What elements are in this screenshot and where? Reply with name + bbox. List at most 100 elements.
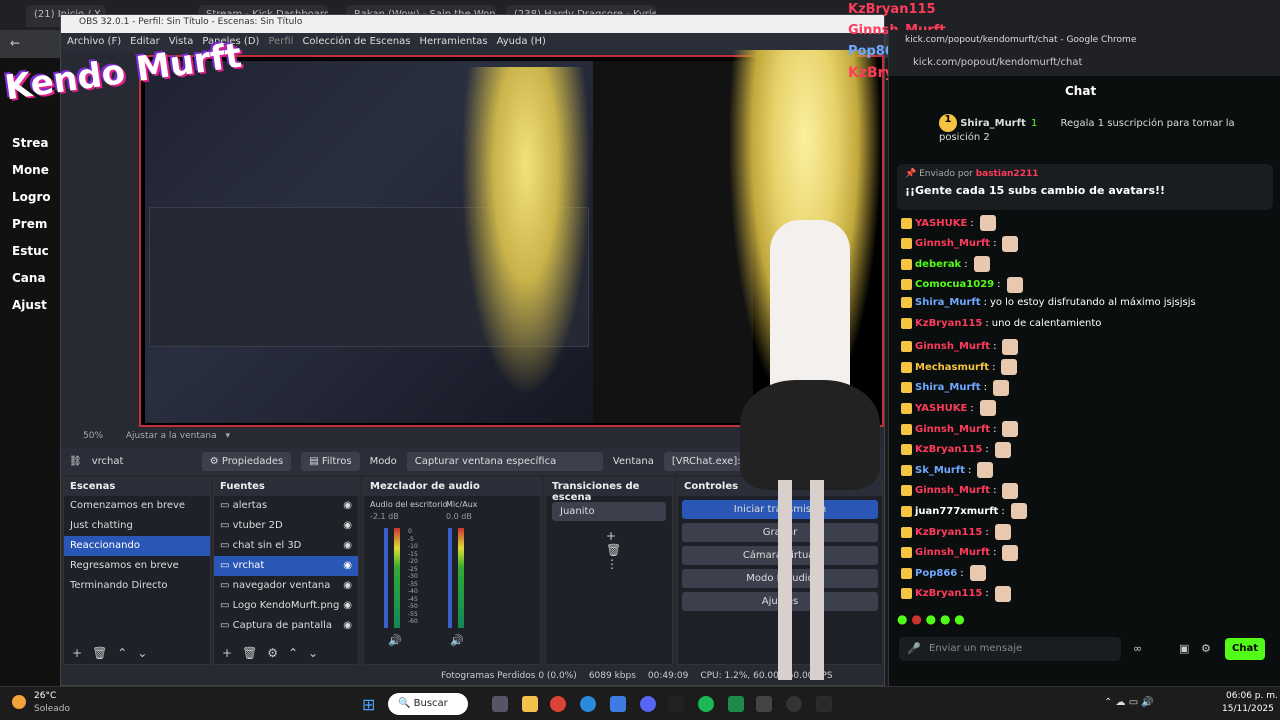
emote-icon[interactable]: ● — [940, 612, 950, 626]
menu-item[interactable]: Herramientas — [419, 36, 487, 50]
eye-icon[interactable]: ◉ — [343, 600, 352, 611]
menu-item[interactable]: Archivo (F) — [67, 36, 121, 50]
windows-start-icon[interactable]: ⊞ — [362, 695, 375, 714]
scene-item[interactable]: Regresamos en breve — [64, 556, 210, 576]
chat-message[interactable]: Ginnsh_Murft: — [901, 544, 1019, 561]
discord-icon[interactable] — [640, 696, 656, 712]
chat-username[interactable]: YASHUKE — [915, 403, 967, 414]
sidebar-item[interactable]: Estuc — [12, 244, 49, 258]
chrome-icon[interactable] — [550, 696, 566, 712]
next-icon[interactable] — [668, 696, 684, 712]
chat-address-bar[interactable]: kick.com/popout/kendomurft/chat — [889, 50, 1280, 76]
scene-item[interactable]: Just chatting — [64, 516, 210, 536]
gear-icon[interactable]: ⚙ — [1201, 642, 1211, 655]
chat-message[interactable]: Sk_Murft: — [901, 462, 994, 479]
menu-item[interactable]: Ayuda (H) — [497, 36, 546, 50]
source-item[interactable]: ▭ navegador ventana ◉ — [214, 576, 358, 596]
scene-item[interactable]: Terminando Directo — [64, 576, 210, 596]
gear-icon[interactable]: ⚙ — [267, 646, 278, 662]
chat-username[interactable]: Comocua1029 — [915, 279, 994, 290]
chat-message[interactable]: Pop866: — [901, 565, 986, 582]
emote-icon[interactable]: ● — [926, 612, 936, 626]
chat-username[interactable]: juan777xmurft — [915, 506, 998, 517]
mode-select[interactable]: Capturar ventana específica — [406, 451, 603, 471]
chat-message[interactable]: Ginnsh_Murft: — [901, 482, 1019, 499]
store-icon[interactable] — [610, 696, 626, 712]
eye-icon[interactable]: ◉ — [343, 620, 352, 631]
eye-icon[interactable]: ◉ — [343, 540, 352, 551]
more-icon[interactable]: ⋮ — [606, 557, 618, 571]
taskbar-search[interactable]: 🔍 Buscar — [388, 693, 468, 715]
chat-message[interactable]: deberak: — [901, 256, 990, 273]
emote-icon[interactable]: ● — [911, 612, 921, 626]
up-icon[interactable]: ⌃ — [288, 646, 298, 662]
chat-username[interactable]: YASHUKE — [915, 218, 967, 229]
chat-username[interactable]: KzBryan115 — [915, 444, 982, 455]
source-item[interactable]: ▭ Captura de pantalla ◉ — [214, 616, 358, 636]
chat-message[interactable]: Ginnsh_Murft: — [901, 235, 1019, 252]
chat-message[interactable]: Comocua1029: — [901, 276, 1023, 293]
vr-icon[interactable] — [756, 696, 772, 712]
chat-username[interactable]: Mechasmurft — [915, 362, 989, 373]
chat-username[interactable]: KzBryan115 — [915, 588, 982, 599]
chat-message[interactable]: KzBryan115: uno de calentamiento — [901, 318, 1101, 329]
chevron-down-icon[interactable]: ▾ — [226, 431, 231, 441]
tray-icons[interactable]: ⌃ ☁ ▭ 🔊 — [1104, 697, 1154, 708]
down-icon[interactable]: ⌄ — [137, 646, 147, 662]
add-icon[interactable]: + — [72, 646, 82, 662]
chat-username[interactable]: Sk_Murft — [915, 465, 965, 476]
add-icon[interactable]: + — [222, 646, 232, 662]
chat-message[interactable]: Ginnsh_Murft: — [901, 421, 1019, 437]
sidebar-item[interactable]: Prem — [12, 217, 47, 231]
scene-item-active[interactable]: Reaccionando — [64, 536, 210, 556]
source-item[interactable]: ▭ vtuber 2D ◉ — [214, 516, 358, 536]
source-item[interactable]: ▭ Logo KendoMurft.png ◉ — [214, 596, 358, 616]
chat-message[interactable]: Ginnsh_Murft: — [901, 338, 1019, 355]
chat-username[interactable]: KzBryan115 — [915, 318, 982, 329]
zoom-value[interactable]: 50% — [83, 431, 103, 441]
add-icon[interactable]: + — [606, 529, 616, 543]
chat-message[interactable]: Shira_Murft: yo lo estoy disfrutando al m… — [901, 297, 1196, 309]
chat-username[interactable]: KzBryan115 — [915, 527, 982, 538]
volume-slider[interactable] — [384, 528, 388, 628]
task-view-icon[interactable] — [492, 696, 508, 712]
menu-item[interactable]: Colección de Escenas — [302, 36, 410, 50]
sidebar-item[interactable]: Logro — [12, 190, 51, 204]
eye-icon[interactable]: ◉ — [343, 520, 352, 531]
sidebar-item[interactable]: Strea — [12, 136, 49, 150]
chat-username[interactable]: Ginnsh_Murft — [915, 424, 990, 435]
chat-username[interactable]: Shira_Murft — [915, 382, 981, 393]
fit-window-label[interactable]: Ajustar a la ventana — [126, 431, 217, 441]
up-icon[interactable]: ⌃ — [117, 646, 127, 662]
trash-icon[interactable]: 🗑 — [92, 646, 107, 662]
chat-message[interactable]: Mechasmurft: — [901, 359, 1018, 376]
obs-icon[interactable] — [786, 696, 802, 712]
chat-username[interactable]: Ginnsh_Murft — [915, 485, 990, 496]
transition-select[interactable]: Juanito — [552, 502, 666, 521]
chat-username[interactable]: Pop866 — [915, 568, 957, 579]
properties-button[interactable]: ⚙ Propiedades — [201, 451, 292, 471]
trash-icon[interactable]: 🗑 — [242, 646, 257, 662]
scene-item[interactable]: Comenzamos en breve — [64, 496, 210, 516]
send-chat-button[interactable]: Chat — [1225, 638, 1265, 660]
chat-username[interactable]: Ginnsh_Murft — [915, 341, 990, 352]
filters-button[interactable]: ▤ Filtros — [301, 451, 360, 471]
eye-icon[interactable]: ◉ — [343, 560, 352, 571]
chat-message[interactable]: YASHUKE: — [901, 215, 996, 231]
edge-icon[interactable] — [580, 696, 596, 712]
pinned-message[interactable]: 📌 Enviado por bastian2211 ¡¡Gente cada 1… — [897, 164, 1273, 210]
spotify-icon[interactable] — [698, 696, 714, 712]
trash-icon[interactable]: 🗑 — [606, 543, 621, 557]
speaker-icon[interactable]: 🔊 — [450, 634, 464, 647]
menu-item[interactable]: Perfil — [268, 36, 293, 50]
volume-slider[interactable] — [448, 528, 452, 628]
eye-icon[interactable]: ◉ — [343, 580, 352, 591]
chat-username[interactable]: Ginnsh_Murft — [915, 238, 990, 249]
emote-icon[interactable]: ● — [897, 612, 907, 626]
chat-message[interactable]: KzBryan115: — [901, 585, 1011, 602]
sidebar-item[interactable]: Ajust — [12, 298, 47, 312]
excel-icon[interactable] — [728, 696, 744, 712]
clock-time[interactable]: 06:06 p. m. — [1226, 691, 1278, 701]
mic-icon[interactable]: 🎤 — [907, 642, 921, 655]
speaker-icon[interactable]: 🔊 — [388, 634, 402, 647]
